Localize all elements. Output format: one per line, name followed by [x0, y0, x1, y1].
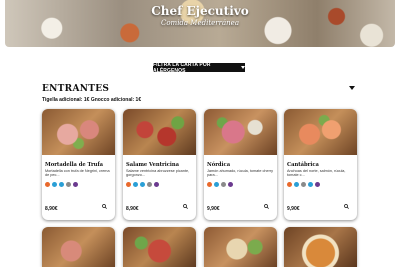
menu-card-image[interactable] — [123, 227, 196, 267]
allergen-icon — [147, 182, 152, 187]
collapse-chevron-icon[interactable] — [349, 86, 355, 90]
filter-icon — [241, 66, 245, 69]
allergen-icon — [59, 182, 64, 187]
dish-price: 9,90€ — [287, 206, 300, 212]
dish-image — [204, 109, 277, 155]
allergen-icon — [315, 182, 320, 187]
allergen-icons — [287, 182, 320, 187]
allergen-icon — [140, 182, 145, 187]
menu-card-image[interactable] — [284, 227, 357, 267]
dish-description: Anchoas del norte, salmón, rúcula, tomat… — [287, 169, 346, 178]
dish-image — [123, 109, 196, 155]
dish-description: Salame ventricina abruzzese picante, gor… — [126, 169, 190, 178]
allergen-filter-button[interactable]: FILTRA LA CARTA POR ALÉRGENOS — [153, 61, 245, 74]
dish-name: Mortadella de Trufa — [45, 162, 104, 168]
allergen-icons — [45, 182, 78, 187]
menu-card[interactable]: Mortadella de Trufa Mortadella con trufa… — [42, 109, 115, 220]
allergen-icon — [228, 182, 233, 187]
allergen-icon — [301, 182, 306, 187]
menu-card-image[interactable] — [204, 227, 277, 267]
dish-description: Mortadella con trufa de Negrini, crema d… — [45, 169, 110, 178]
allergen-icons — [207, 182, 233, 187]
search-icon[interactable] — [102, 204, 107, 209]
menu-card-image[interactable] — [42, 227, 115, 267]
allergen-icon — [126, 182, 131, 187]
dish-price: 9,90€ — [207, 206, 220, 212]
allergen-icon — [287, 182, 292, 187]
allergen-icon — [45, 182, 50, 187]
allergen-icon — [154, 182, 159, 187]
allergen-icon — [133, 182, 138, 187]
menu-card[interactable]: Cantábrica Anchoas del norte, salmón, rú… — [284, 109, 357, 220]
dish-price: 8,90€ — [126, 206, 139, 212]
dish-name: Nórdica — [207, 162, 231, 168]
allergen-icon — [221, 182, 226, 187]
dish-name: Cantábrica — [287, 162, 319, 168]
dish-description: Jamón ahumado, rúcula, tomate cherry par… — [207, 169, 274, 178]
allergen-filter-label: FILTRA LA CARTA POR ALÉRGENOS — [153, 61, 211, 74]
dish-price: 8,90€ — [45, 206, 58, 212]
allergen-icon — [73, 182, 78, 187]
allergen-icon — [52, 182, 57, 187]
section-subtitle: Tigella adicional: 1€ Gnocco adicional: … — [42, 97, 142, 103]
allergen-icons — [126, 182, 159, 187]
dish-image — [42, 109, 115, 155]
search-icon[interactable] — [183, 204, 188, 209]
allergen-icon — [207, 182, 212, 187]
dish-name: Salame Ventricina — [126, 162, 180, 168]
hero-title: Chef Ejecutivo — [151, 4, 249, 18]
menu-card[interactable]: Salame Ventricina Salame ventricina abru… — [123, 109, 196, 220]
allergen-icon — [214, 182, 219, 187]
search-icon[interactable] — [264, 204, 269, 209]
dish-image — [284, 109, 357, 155]
allergen-icon — [66, 182, 71, 187]
section-title: ENTRANTES — [42, 84, 110, 94]
menu-card[interactable]: Nórdica Jamón ahumado, rúcula, tomate ch… — [204, 109, 277, 220]
search-icon[interactable] — [344, 204, 349, 209]
allergen-icon — [294, 182, 299, 187]
hero-banner: Chef Ejecutivo Comida Mediterránea — [5, 0, 395, 47]
hero-subtitle: Comida Mediterránea — [160, 19, 239, 27]
allergen-icon — [308, 182, 313, 187]
